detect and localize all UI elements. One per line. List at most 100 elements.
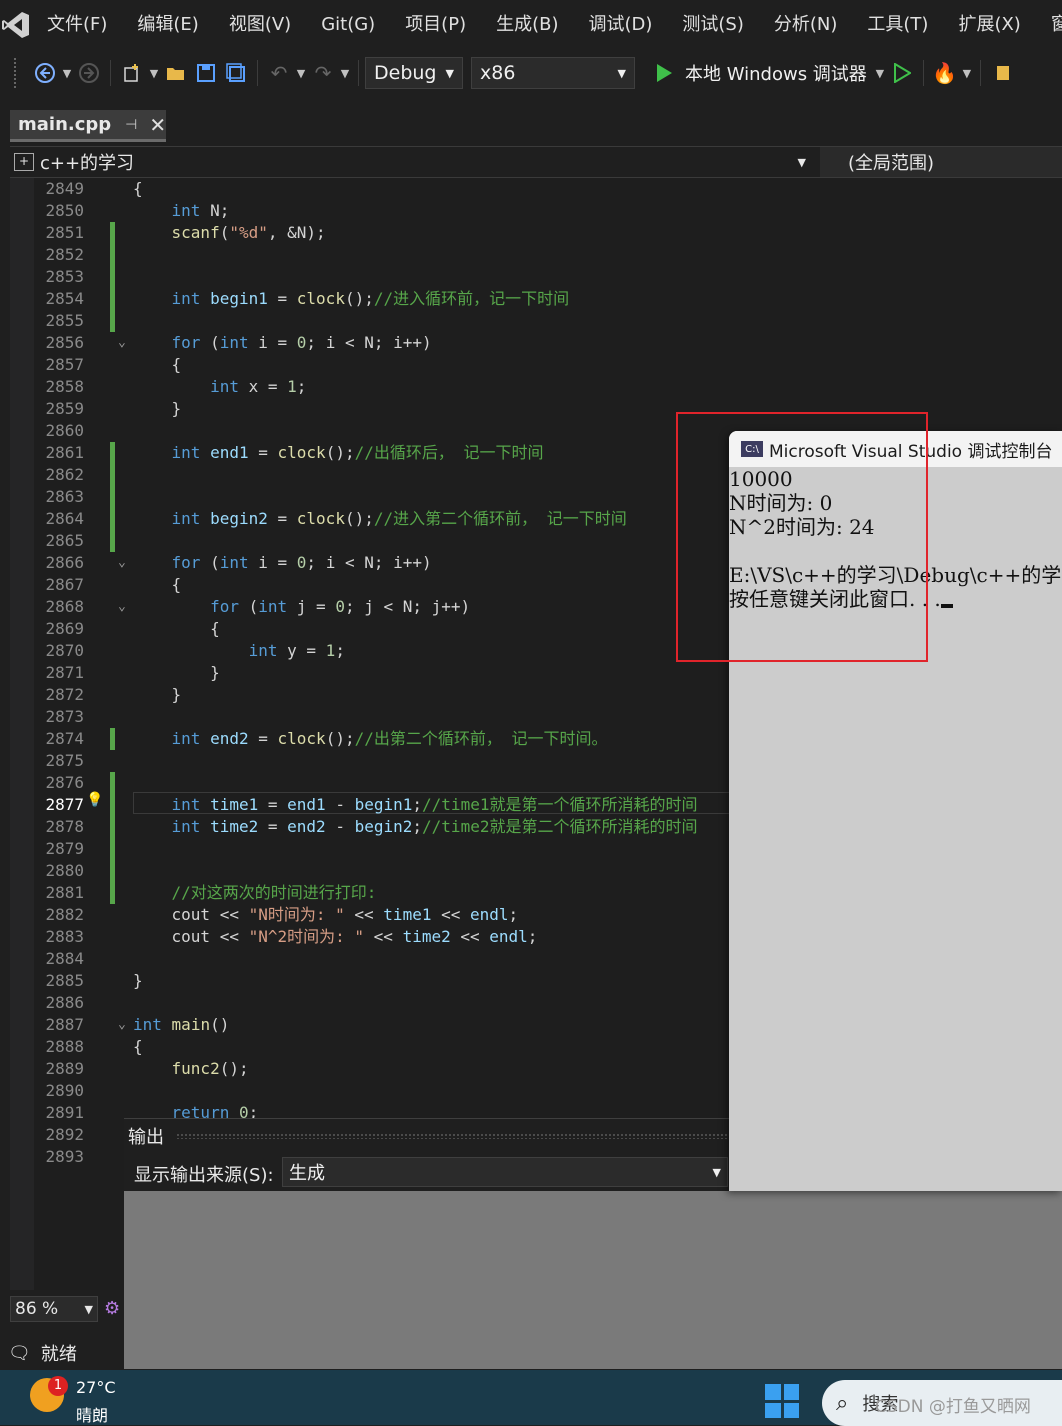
scope-dropdown[interactable]: (全局范围) bbox=[820, 147, 1062, 177]
open-folder-icon[interactable] bbox=[161, 58, 191, 88]
visual-studio-logo-icon[interactable] bbox=[0, 0, 32, 50]
debug-target-dropdown-icon[interactable]: ▼ bbox=[873, 67, 887, 80]
chevron-down-icon: ▼ bbox=[84, 1302, 93, 1316]
line-number: 2873 bbox=[45, 707, 84, 726]
project-dropdown[interactable]: + c++的学习 ▼ bbox=[14, 149, 806, 175]
menu-item[interactable]: 测试(S) bbox=[667, 0, 758, 50]
line-number: 2884 bbox=[45, 949, 84, 968]
menu-item[interactable]: 生成(B) bbox=[481, 0, 573, 50]
line-number: 2856 bbox=[45, 333, 84, 352]
code-line[interactable]: 2857 { bbox=[10, 354, 1062, 376]
menu-bar: 文件(F) 编辑(E) 视图(V) Git(G) 项目(P) 生成(B) 调试(D) 测试(S… bbox=[0, 0, 1062, 50]
save-all-icon[interactable] bbox=[221, 58, 251, 88]
back-dropdown-icon[interactable]: ▼ bbox=[60, 67, 74, 80]
line-number: 2851 bbox=[45, 223, 84, 242]
change-marker bbox=[110, 288, 115, 310]
menu-item[interactable]: 视图(V) bbox=[214, 0, 306, 50]
code-text: int end2 = clock();//出第二个循环前， 记一下时间。 bbox=[171, 729, 608, 748]
weather-temperature[interactable]: 27°C bbox=[76, 1378, 116, 1397]
line-number: 2849 bbox=[45, 179, 84, 198]
status-text: 就绪 bbox=[40, 1344, 77, 1365]
code-text: int time2 = end2 - begin2;//time2就是第二个循环… bbox=[171, 817, 698, 836]
standard-toolbar: ▼ ▼ ↶ ▼ ↷ ▼ Debug ▼ x86 ▼ 本地 Windows 调试器… bbox=[0, 50, 1062, 96]
redo-icon[interactable]: ↷ bbox=[308, 58, 338, 88]
notification-icon[interactable]: 🗨 bbox=[8, 1343, 31, 1364]
fold-toggle-icon[interactable]: ⌄ bbox=[118, 1014, 126, 1036]
line-number: 2872 bbox=[45, 685, 84, 704]
code-line[interactable]: 2856 ⌄ for (int i = 0; i < N; i++) bbox=[10, 332, 1062, 354]
fold-toggle-icon[interactable]: ⌄ bbox=[118, 596, 126, 618]
copilot-icon[interactable]: ⚙ bbox=[104, 1298, 120, 1319]
menu-item[interactable]: 调试(D) bbox=[574, 0, 668, 50]
fold-toggle-icon[interactable]: ⌄ bbox=[118, 332, 126, 354]
chevron-down-icon: ▼ bbox=[712, 1165, 721, 1179]
line-number: 2861 bbox=[45, 443, 84, 462]
menu-item[interactable]: Git(G) bbox=[306, 0, 390, 50]
code-line[interactable]: 2850 int N; bbox=[10, 200, 1062, 222]
new-project-icon[interactable] bbox=[117, 58, 147, 88]
fold-toggle-icon[interactable]: ⌄ bbox=[118, 552, 126, 574]
code-text: } bbox=[133, 685, 182, 704]
code-text: int main() bbox=[133, 1015, 230, 1034]
zoom-level-dropdown[interactable]: 86 % ▼ bbox=[10, 1296, 98, 1322]
code-text: int begin2 = clock();//进入第二个循环前， 记一下时间 bbox=[171, 509, 627, 528]
code-line[interactable]: 2849 { bbox=[10, 178, 1062, 200]
change-marker bbox=[110, 794, 115, 816]
output-panel-title: 输出 bbox=[128, 1127, 164, 1148]
code-line[interactable]: 2858 int x = 1; bbox=[10, 376, 1062, 398]
undo-icon[interactable]: ↶ bbox=[264, 58, 294, 88]
menu-item[interactable]: 分析(N) bbox=[759, 0, 853, 50]
line-number: 2860 bbox=[45, 421, 84, 440]
line-number: 2854 bbox=[45, 289, 84, 308]
start-debugging-icon[interactable] bbox=[649, 58, 679, 88]
code-line[interactable]: 2855 bbox=[10, 310, 1062, 332]
redo-dropdown-icon[interactable]: ▼ bbox=[338, 67, 352, 80]
line-number: 2881 bbox=[45, 883, 84, 902]
navigate-back-icon[interactable] bbox=[30, 58, 60, 88]
output-text-area[interactable] bbox=[124, 1191, 1062, 1369]
line-number: 2853 bbox=[45, 267, 84, 286]
code-text: cout << "N^2时间为: " << time2 << endl; bbox=[133, 927, 538, 946]
search-icon: ⌕ bbox=[836, 1390, 849, 1416]
weather-description[interactable]: 晴朗 bbox=[76, 1402, 108, 1426]
save-icon[interactable] bbox=[191, 58, 221, 88]
change-marker bbox=[110, 772, 115, 794]
navigate-forward-icon[interactable] bbox=[74, 58, 104, 88]
code-line[interactable]: 2853 bbox=[10, 266, 1062, 288]
menu-item[interactable]: 编辑(E) bbox=[122, 0, 213, 50]
windows-start-icon[interactable] bbox=[765, 1384, 799, 1418]
menu-item[interactable]: 窗 bbox=[1036, 0, 1062, 50]
toolbar-separator bbox=[358, 60, 359, 86]
new-dropdown-icon[interactable]: ▼ bbox=[147, 67, 161, 80]
pin-icon[interactable]: ⊣ bbox=[125, 117, 137, 133]
output-source-dropdown[interactable]: 生成 ▼ bbox=[282, 1157, 728, 1187]
close-tab-icon[interactable]: ✕ bbox=[149, 113, 166, 137]
code-text: int time1 = end1 - begin1;//time1就是第一个循环… bbox=[171, 795, 698, 814]
start-debugging-button[interactable]: 本地 Windows 调试器 bbox=[685, 60, 867, 86]
menu-item[interactable]: 文件(F) bbox=[32, 0, 122, 50]
menu-item[interactable]: 工具(T) bbox=[852, 0, 943, 50]
code-line[interactable]: 2851 scanf("%d", &N); bbox=[10, 222, 1062, 244]
start-without-debugging-icon[interactable] bbox=[887, 58, 917, 88]
platform-value: x86 bbox=[480, 62, 516, 84]
solution-configuration-dropdown[interactable]: Debug ▼ bbox=[365, 57, 463, 89]
menu-item[interactable]: 项目(P) bbox=[390, 0, 481, 50]
status-bar: 🗨 就绪 bbox=[0, 1336, 124, 1370]
folder-icon[interactable] bbox=[987, 58, 1017, 88]
weather-notification-badge: 1 bbox=[48, 1376, 68, 1396]
code-text: int end1 = clock();//出循环后， 记一下时间 bbox=[171, 443, 544, 462]
hot-reload-dropdown-icon[interactable]: ▼ bbox=[960, 67, 974, 80]
solution-platform-dropdown[interactable]: x86 ▼ bbox=[471, 57, 635, 89]
tab-title: main.cpp bbox=[18, 114, 112, 135]
undo-dropdown-icon[interactable]: ▼ bbox=[294, 67, 308, 80]
chevron-down-icon: ▼ bbox=[617, 66, 626, 80]
code-line[interactable]: 2854 int begin1 = clock();//进入循环前，记一下时间 bbox=[10, 288, 1062, 310]
code-line[interactable]: 2852 bbox=[10, 244, 1062, 266]
menu-item[interactable]: 扩展(X) bbox=[943, 0, 1035, 50]
line-number: 2890 bbox=[45, 1081, 84, 1100]
line-number: 2886 bbox=[45, 993, 84, 1012]
line-number: 2869 bbox=[45, 619, 84, 638]
toolbar-grip[interactable] bbox=[14, 58, 30, 88]
tab-main-cpp[interactable]: main.cpp ⊣ ✕ bbox=[10, 110, 166, 142]
hot-reload-icon[interactable]: 🔥 bbox=[930, 58, 960, 88]
